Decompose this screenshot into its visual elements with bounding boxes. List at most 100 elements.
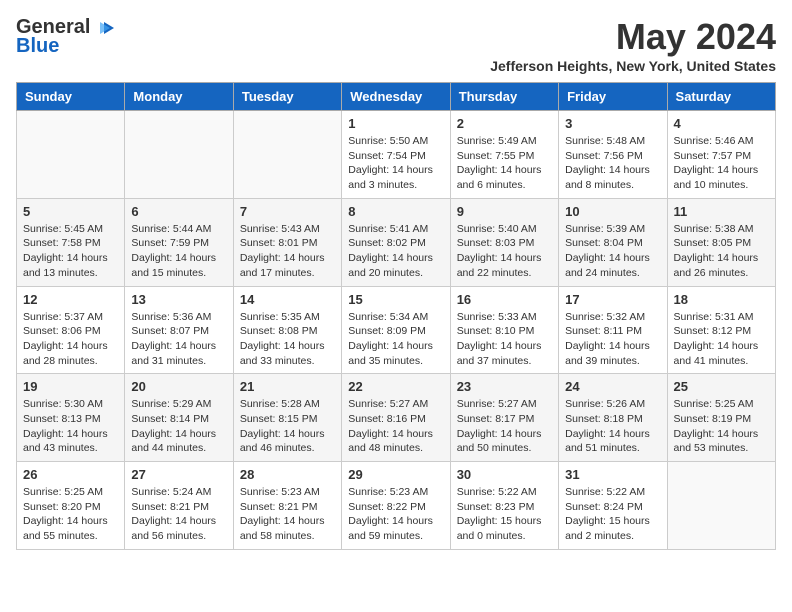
day-number: 19 — [23, 379, 118, 394]
calendar-cell: 7 Sunrise: 5:43 AM Sunset: 8:01 PM Daylig… — [233, 198, 341, 286]
calendar-cell: 5 Sunrise: 5:45 AM Sunset: 7:58 PM Daylig… — [17, 198, 125, 286]
day-number: 7 — [240, 204, 335, 219]
day-info: Sunrise: 5:49 AM Sunset: 7:55 PM Dayligh… — [457, 134, 552, 193]
calendar-cell: 19 Sunrise: 5:30 AM Sunset: 8:13 PM Dayli… — [17, 374, 125, 462]
calendar-header-row: SundayMondayTuesdayWednesdayThursdayFrid… — [17, 83, 776, 111]
day-number: 13 — [131, 292, 226, 307]
calendar-week-row: 26 Sunrise: 5:25 AM Sunset: 8:20 PM Dayli… — [17, 462, 776, 550]
day-info: Sunrise: 5:24 AM Sunset: 8:21 PM Dayligh… — [131, 485, 226, 544]
calendar-header-friday: Friday — [559, 83, 667, 111]
calendar-cell: 31 Sunrise: 5:22 AM Sunset: 8:24 PM Dayli… — [559, 462, 667, 550]
calendar-cell: 24Sunrise: 5:26 AM Sunset: 8:18 PM Dayli… — [559, 374, 667, 462]
day-number: 5 — [23, 204, 118, 219]
calendar-cell: 1 Sunrise: 5:50 AM Sunset: 7:54 PM Daylig… — [342, 111, 450, 199]
calendar-header-sunday: Sunday — [17, 83, 125, 111]
day-info: Sunrise: 5:23 AM Sunset: 8:22 PM Dayligh… — [348, 485, 443, 544]
calendar-cell: 25 Sunrise: 5:25 AM Sunset: 8:19 PM Dayli… — [667, 374, 775, 462]
calendar-week-row: 5 Sunrise: 5:45 AM Sunset: 7:58 PM Daylig… — [17, 198, 776, 286]
day-info: Sunrise: 5:27 AM Sunset: 8:16 PM Dayligh… — [348, 397, 443, 456]
day-info: Sunrise: 5:25 AM Sunset: 8:20 PM Dayligh… — [23, 485, 118, 544]
calendar-cell: 30 Sunrise: 5:22 AM Sunset: 8:23 PM Dayli… — [450, 462, 558, 550]
logo-blue: Blue — [16, 35, 59, 58]
day-info: Sunrise: 5:36 AM Sunset: 8:07 PM Dayligh… — [131, 310, 226, 369]
calendar-cell: 2 Sunrise: 5:49 AM Sunset: 7:55 PM Daylig… — [450, 111, 558, 199]
day-number: 26 — [23, 467, 118, 482]
day-number: 31 — [565, 467, 660, 482]
day-info: Sunrise: 5:45 AM Sunset: 7:58 PM Dayligh… — [23, 222, 118, 281]
calendar-cell — [233, 111, 341, 199]
calendar-cell — [125, 111, 233, 199]
calendar-cell: 18 Sunrise: 5:31 AM Sunset: 8:12 PM Dayli… — [667, 286, 775, 374]
calendar-cell: 4 Sunrise: 5:46 AM Sunset: 7:57 PM Daylig… — [667, 111, 775, 199]
day-number: 27 — [131, 467, 226, 482]
calendar-cell: 13 Sunrise: 5:36 AM Sunset: 8:07 PM Dayli… — [125, 286, 233, 374]
day-info: Sunrise: 5:33 AM Sunset: 8:10 PM Dayligh… — [457, 310, 552, 369]
day-info: Sunrise: 5:34 AM Sunset: 8:09 PM Dayligh… — [348, 310, 443, 369]
day-info: Sunrise: 5:32 AM Sunset: 8:11 PM Dayligh… — [565, 310, 660, 369]
day-number: 28 — [240, 467, 335, 482]
day-info: Sunrise: 5:46 AM Sunset: 7:57 PM Dayligh… — [674, 134, 769, 193]
day-info: Sunrise: 5:27 AM Sunset: 8:17 PM Dayligh… — [457, 397, 552, 456]
day-number: 14 — [240, 292, 335, 307]
day-info: Sunrise: 5:35 AM Sunset: 8:08 PM Dayligh… — [240, 310, 335, 369]
calendar-cell: 15Sunrise: 5:34 AM Sunset: 8:09 PM Dayli… — [342, 286, 450, 374]
calendar-cell: 20Sunrise: 5:29 AM Sunset: 8:14 PM Dayli… — [125, 374, 233, 462]
day-number: 25 — [674, 379, 769, 394]
calendar-cell: 11 Sunrise: 5:38 AM Sunset: 8:05 PM Dayli… — [667, 198, 775, 286]
calendar-cell: 27 Sunrise: 5:24 AM Sunset: 8:21 PM Dayli… — [125, 462, 233, 550]
calendar-cell: 21 Sunrise: 5:28 AM Sunset: 8:15 PM Dayli… — [233, 374, 341, 462]
calendar-header-tuesday: Tuesday — [233, 83, 341, 111]
day-info: Sunrise: 5:40 AM Sunset: 8:03 PM Dayligh… — [457, 222, 552, 281]
day-info: Sunrise: 5:23 AM Sunset: 8:21 PM Dayligh… — [240, 485, 335, 544]
calendar-cell: 17 Sunrise: 5:32 AM Sunset: 8:11 PM Dayli… — [559, 286, 667, 374]
day-number: 18 — [674, 292, 769, 307]
calendar-cell: 26 Sunrise: 5:25 AM Sunset: 8:20 PM Dayli… — [17, 462, 125, 550]
calendar-cell: 22 Sunrise: 5:27 AM Sunset: 8:16 PM Dayli… — [342, 374, 450, 462]
day-info: Sunrise: 5:22 AM Sunset: 8:24 PM Dayligh… — [565, 485, 660, 544]
day-info: Sunrise: 5:25 AM Sunset: 8:19 PM Dayligh… — [674, 397, 769, 456]
day-number: 16 — [457, 292, 552, 307]
calendar-cell: 8Sunrise: 5:41 AM Sunset: 8:02 PM Daylig… — [342, 198, 450, 286]
calendar-cell: 10Sunrise: 5:39 AM Sunset: 8:04 PM Dayli… — [559, 198, 667, 286]
day-number: 4 — [674, 116, 769, 131]
day-number: 22 — [348, 379, 443, 394]
calendar-cell: 29Sunrise: 5:23 AM Sunset: 8:22 PM Dayli… — [342, 462, 450, 550]
day-info: Sunrise: 5:28 AM Sunset: 8:15 PM Dayligh… — [240, 397, 335, 456]
header: General Blue May 2024 Jefferson Heights,… — [16, 16, 776, 74]
title-area: May 2024 Jefferson Heights, New York, Un… — [490, 16, 776, 74]
calendar-week-row: 1 Sunrise: 5:50 AM Sunset: 7:54 PM Daylig… — [17, 111, 776, 199]
calendar-cell: 12Sunrise: 5:37 AM Sunset: 8:06 PM Dayli… — [17, 286, 125, 374]
day-number: 30 — [457, 467, 552, 482]
logo-icon — [92, 20, 114, 36]
calendar: SundayMondayTuesdayWednesdayThursdayFrid… — [16, 82, 776, 550]
day-number: 10 — [565, 204, 660, 219]
calendar-header-saturday: Saturday — [667, 83, 775, 111]
calendar-header-thursday: Thursday — [450, 83, 558, 111]
day-info: Sunrise: 5:29 AM Sunset: 8:14 PM Dayligh… — [131, 397, 226, 456]
day-number: 11 — [674, 204, 769, 219]
calendar-cell: 6Sunrise: 5:44 AM Sunset: 7:59 PM Daylig… — [125, 198, 233, 286]
day-number: 2 — [457, 116, 552, 131]
calendar-cell: 28 Sunrise: 5:23 AM Sunset: 8:21 PM Dayli… — [233, 462, 341, 550]
day-number: 6 — [131, 204, 226, 219]
calendar-cell: 3Sunrise: 5:48 AM Sunset: 7:56 PM Daylig… — [559, 111, 667, 199]
day-number: 3 — [565, 116, 660, 131]
calendar-week-row: 12Sunrise: 5:37 AM Sunset: 8:06 PM Dayli… — [17, 286, 776, 374]
day-number: 9 — [457, 204, 552, 219]
day-info: Sunrise: 5:26 AM Sunset: 8:18 PM Dayligh… — [565, 397, 660, 456]
day-info: Sunrise: 5:22 AM Sunset: 8:23 PM Dayligh… — [457, 485, 552, 544]
day-info: Sunrise: 5:30 AM Sunset: 8:13 PM Dayligh… — [23, 397, 118, 456]
day-number: 21 — [240, 379, 335, 394]
month-title: May 2024 — [490, 16, 776, 58]
day-info: Sunrise: 5:31 AM Sunset: 8:12 PM Dayligh… — [674, 310, 769, 369]
day-info: Sunrise: 5:50 AM Sunset: 7:54 PM Dayligh… — [348, 134, 443, 193]
calendar-cell: 9 Sunrise: 5:40 AM Sunset: 8:03 PM Daylig… — [450, 198, 558, 286]
day-number: 1 — [348, 116, 443, 131]
calendar-week-row: 19 Sunrise: 5:30 AM Sunset: 8:13 PM Dayli… — [17, 374, 776, 462]
calendar-cell: 16 Sunrise: 5:33 AM Sunset: 8:10 PM Dayli… — [450, 286, 558, 374]
location-title: Jefferson Heights, New York, United Stat… — [490, 58, 776, 74]
day-info: Sunrise: 5:43 AM Sunset: 8:01 PM Dayligh… — [240, 222, 335, 281]
day-number: 8 — [348, 204, 443, 219]
day-number: 17 — [565, 292, 660, 307]
day-info: Sunrise: 5:38 AM Sunset: 8:05 PM Dayligh… — [674, 222, 769, 281]
